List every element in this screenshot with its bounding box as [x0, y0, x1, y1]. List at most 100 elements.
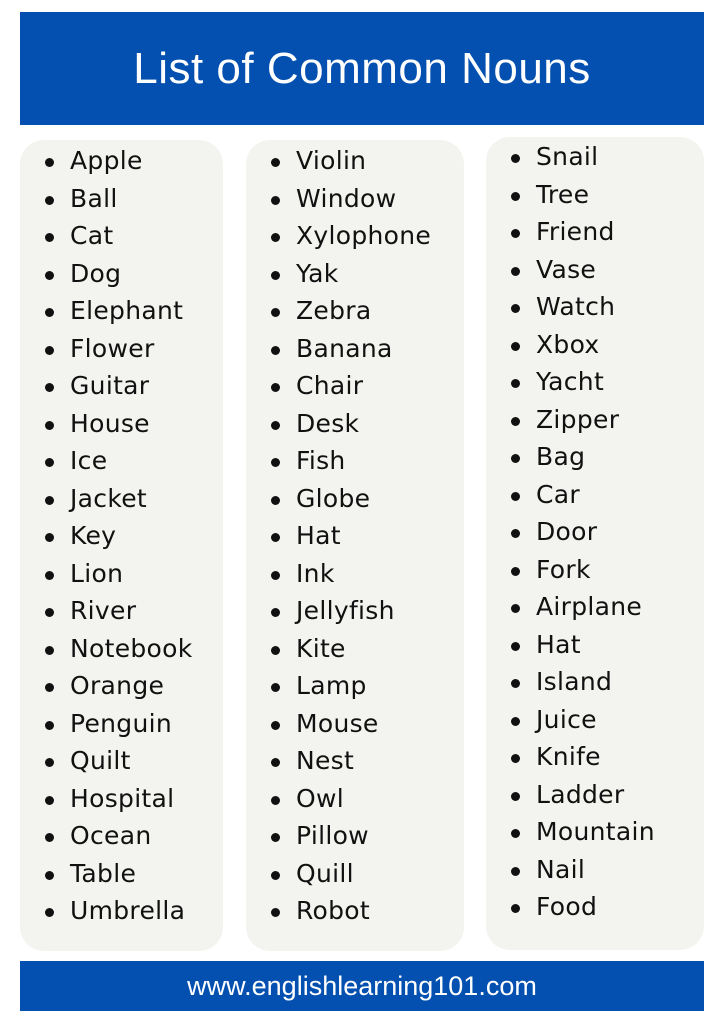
- noun-list-item: Penguin: [20, 705, 223, 743]
- bullet-icon: [45, 420, 54, 430]
- noun-list-item: River: [20, 592, 223, 630]
- noun-text: Orange: [70, 671, 165, 700]
- bullet-icon: [45, 533, 54, 542]
- noun-text: Ice: [70, 446, 108, 475]
- bullet-icon: [271, 308, 280, 317]
- noun-text: Yak: [296, 258, 339, 288]
- noun-text: Island: [536, 667, 613, 696]
- bullet-icon: [271, 795, 280, 805]
- noun-list-item: Airplane: [486, 588, 704, 626]
- bullet-icon: [271, 270, 280, 280]
- noun-list-item: Friend: [486, 213, 704, 251]
- noun-list-item: Robot: [246, 892, 464, 930]
- bullet-icon: [45, 908, 54, 917]
- noun-list-item: Flower: [20, 330, 223, 368]
- bullet-icon: [45, 758, 54, 767]
- bullet-icon: [271, 608, 280, 617]
- bullet-icon: [45, 158, 54, 167]
- bullet-icon: [511, 379, 520, 388]
- noun-text: Dog: [70, 258, 122, 288]
- noun-list-item: Jacket: [20, 480, 223, 518]
- noun-text: Quilt: [70, 746, 131, 775]
- bullet-icon: [511, 416, 520, 426]
- noun-list-item: Xbox: [486, 326, 704, 364]
- bullet-icon: [511, 604, 520, 613]
- noun-list-item: Dog: [20, 255, 223, 293]
- website-url: www.englishlearning101.com: [187, 970, 537, 1001]
- noun-list-item: Lion: [20, 555, 223, 593]
- noun-text: Quill: [296, 858, 354, 888]
- noun-text: Apple: [70, 146, 143, 175]
- noun-text: Airplane: [536, 592, 643, 621]
- noun-text: Mountain: [536, 817, 655, 846]
- bullet-icon: [271, 458, 280, 467]
- noun-text: Key: [70, 521, 117, 550]
- noun-list-item: Zebra: [246, 292, 464, 330]
- noun-list-item: Quill: [246, 855, 464, 893]
- bullet-icon: [271, 195, 280, 205]
- noun-text: Lion: [70, 558, 124, 588]
- noun-list-item: Tree: [486, 176, 704, 214]
- bullet-icon: [45, 270, 54, 280]
- noun-text: Globe: [296, 483, 371, 513]
- noun-list-item: Hat: [246, 517, 464, 555]
- bullet-icon: [271, 233, 280, 242]
- bullet-icon: [45, 645, 54, 655]
- noun-text: Tree: [536, 179, 590, 209]
- bullet-icon: [45, 720, 54, 730]
- noun-text: Hospital: [70, 783, 175, 813]
- footer-banner: www.englishlearning101.com: [20, 961, 704, 1011]
- noun-list-item: Snail: [486, 138, 704, 176]
- noun-text: Flower: [70, 333, 155, 363]
- bullet-icon: [45, 870, 54, 880]
- bullet-icon: [45, 570, 54, 580]
- noun-column-3: Snail Tree Friend Vase Watch Xbox Yacht Zipper B…: [486, 137, 704, 950]
- bullet-icon: [271, 645, 280, 655]
- noun-list-item: Door: [486, 513, 704, 551]
- bullet-icon: [271, 495, 280, 505]
- noun-list-item: Ink: [246, 555, 464, 593]
- noun-text: Zipper: [536, 404, 620, 434]
- noun-list-item: Elephant: [20, 292, 223, 330]
- noun-text: Watch: [536, 292, 616, 321]
- noun-list-item: Hospital: [20, 780, 223, 818]
- bullet-icon: [45, 495, 54, 505]
- noun-list-item: Pillow: [246, 817, 464, 855]
- noun-text: Robot: [296, 896, 371, 925]
- bullet-icon: [511, 904, 520, 913]
- noun-list: Violin Window Xylophone Yak Zebra Banana Chair…: [246, 142, 464, 930]
- bullet-icon: [271, 158, 280, 167]
- noun-list-item: Cat: [20, 217, 223, 255]
- noun-text: River: [70, 596, 137, 625]
- bullet-icon: [511, 866, 520, 876]
- noun-text: Yacht: [536, 367, 605, 396]
- noun-text: Bag: [536, 442, 586, 471]
- bullet-icon: [271, 833, 280, 842]
- bullet-icon: [511, 529, 520, 538]
- noun-list-item: Fork: [486, 551, 704, 589]
- bullet-icon: [45, 795, 54, 805]
- noun-list: Apple Ball Cat Dog Elephant Flower Guitar House…: [20, 142, 223, 930]
- bullet-icon: [511, 341, 520, 351]
- bullet-icon: [271, 758, 280, 767]
- bullet-icon: [271, 908, 280, 917]
- noun-list-item: Key: [20, 517, 223, 555]
- noun-text: Snail: [536, 142, 599, 171]
- bullet-icon: [511, 304, 520, 313]
- noun-list-item: Ladder: [486, 776, 704, 814]
- bullet-icon: [511, 491, 520, 501]
- noun-list-item: Banana: [246, 330, 464, 368]
- title-banner: List of Common Nouns: [20, 12, 704, 125]
- noun-text: Friend: [536, 217, 615, 246]
- noun-list-item: Ocean: [20, 817, 223, 855]
- noun-text: Ocean: [70, 821, 152, 850]
- bullet-icon: [511, 754, 520, 763]
- bullet-icon: [271, 420, 280, 430]
- noun-text: Banana: [296, 333, 393, 363]
- bullet-icon: [45, 608, 54, 617]
- noun-list-item: Desk: [246, 405, 464, 443]
- noun-list-item: Owl: [246, 780, 464, 818]
- noun-list-item: Violin: [246, 142, 464, 180]
- bullet-icon: [271, 345, 280, 355]
- noun-list-item: Hat: [486, 626, 704, 664]
